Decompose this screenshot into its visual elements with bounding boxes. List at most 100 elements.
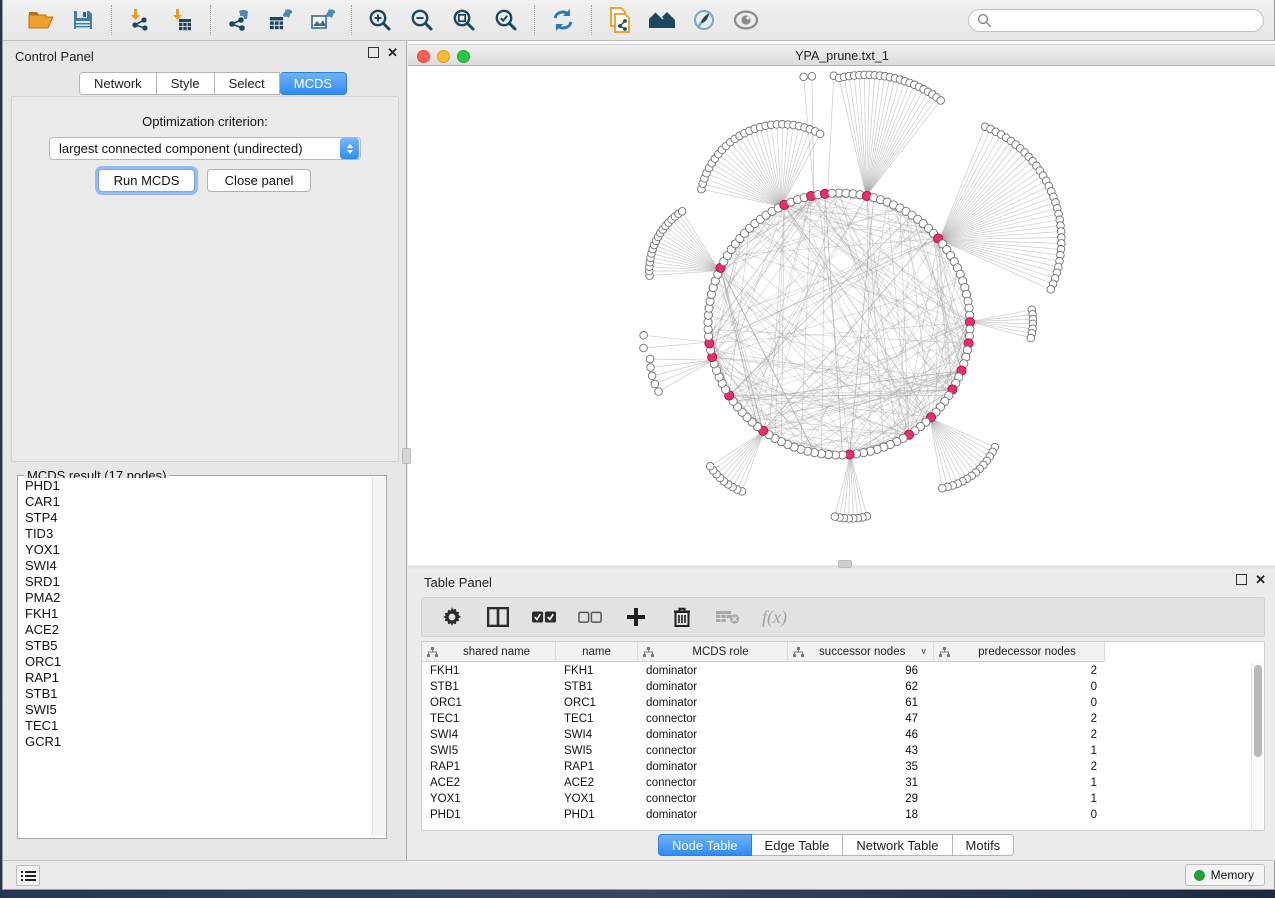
mcds-result-item[interactable]: PMA2 [19, 590, 372, 606]
table-scrollbar-thumb[interactable] [1254, 665, 1262, 757]
table-row[interactable]: SWI4SWI4dominator462 [422, 727, 1105, 743]
cell-name[interactable]: STB1 [556, 679, 638, 695]
select-all-rows-icon[interactable] [532, 605, 556, 629]
export-image-icon[interactable] [309, 6, 337, 34]
tab-node-table[interactable]: Node Table [658, 834, 752, 856]
network-graph-canvas[interactable] [408, 66, 1275, 560]
cell-shared_name[interactable]: SWI5 [422, 743, 556, 759]
cell-mcds_role[interactable]: dominator [638, 727, 788, 743]
tab-network[interactable]: Network [79, 72, 157, 95]
zoom-selected-icon[interactable] [492, 6, 520, 34]
cell-name[interactable]: YOX1 [556, 791, 638, 807]
import-table-icon[interactable] [168, 6, 196, 34]
cell-successor_nodes[interactable]: 31 [788, 775, 934, 791]
cell-predecessor_nodes[interactable]: 1 [934, 743, 1105, 759]
column-header-shared-name[interactable]: shared name [422, 642, 556, 662]
search-input[interactable] [992, 13, 1263, 27]
cell-mcds_role[interactable]: dominator [638, 695, 788, 711]
float-table-panel-icon[interactable] [1236, 574, 1247, 585]
show-all-networks-icon[interactable] [648, 6, 676, 34]
table-row[interactable]: SWI5SWI5connector431 [422, 743, 1105, 759]
tab-edge-table[interactable]: Edge Table [752, 834, 844, 856]
new-network-from-selection-icon[interactable] [606, 6, 634, 34]
table-row[interactable]: ACE2ACE2connector311 [422, 775, 1105, 791]
table-row[interactable]: RAP1RAP1dominator352 [422, 759, 1105, 775]
apply-layout-icon[interactable] [549, 6, 577, 34]
mcds-result-item[interactable]: CAR1 [19, 494, 372, 510]
cell-predecessor_nodes[interactable]: 1 [934, 775, 1105, 791]
run-mcds-button[interactable]: Run MCDS [98, 169, 195, 192]
tab-network-table[interactable]: Network Table [843, 834, 952, 856]
close-panel-icon[interactable]: ✕ [387, 47, 398, 58]
cell-name[interactable]: ORC1 [556, 695, 638, 711]
table-row[interactable]: ORC1ORC1dominator610 [422, 695, 1105, 711]
vertical-splitter-handle[interactable] [402, 448, 411, 464]
show-columns-icon[interactable] [486, 605, 510, 629]
mcds-result-item[interactable]: RAP1 [19, 670, 372, 686]
show-log-console-button[interactable] [16, 865, 40, 886]
add-column-icon[interactable] [624, 605, 648, 629]
cell-successor_nodes[interactable]: 96 [788, 663, 934, 679]
column-header-successor-nodes[interactable]: successor nodes∨ [788, 642, 934, 662]
cell-shared_name[interactable]: RAP1 [422, 759, 556, 775]
close-panel-button[interactable]: Close panel [207, 169, 311, 192]
cell-predecessor_nodes[interactable]: 2 [934, 711, 1105, 727]
mcds-result-item[interactable]: SRD1 [19, 574, 372, 590]
cell-predecessor_nodes[interactable]: 2 [934, 727, 1105, 743]
tab-style[interactable]: Style [157, 72, 215, 95]
mcds-result-item[interactable]: GCR1 [19, 734, 372, 750]
table-row[interactable]: STB1STB1dominator620 [422, 679, 1105, 695]
cell-successor_nodes[interactable]: 35 [788, 759, 934, 775]
cell-name[interactable]: FKH1 [556, 663, 638, 679]
cell-shared_name[interactable]: ACE2 [422, 775, 556, 791]
search-field[interactable] [968, 9, 1264, 32]
mcds-result-item[interactable]: TID3 [19, 526, 372, 542]
cell-shared_name[interactable]: ORC1 [422, 695, 556, 711]
cell-mcds_role[interactable]: connector [638, 711, 788, 727]
optimization-criterion-select[interactable]: largest connected component (undirected) [49, 137, 361, 160]
network-view-titlebar[interactable]: YPA_prune.txt_1 [408, 44, 1275, 66]
cell-name[interactable]: ACE2 [556, 775, 638, 791]
show-graphics-details-icon[interactable] [732, 6, 760, 34]
close-table-panel-icon[interactable]: ✕ [1255, 574, 1266, 585]
mcds-result-item[interactable]: YOX1 [19, 542, 372, 558]
cell-name[interactable]: RAP1 [556, 759, 638, 775]
cell-name[interactable]: TEC1 [556, 711, 638, 727]
cell-successor_nodes[interactable]: 43 [788, 743, 934, 759]
cell-mcds_role[interactable]: connector [638, 791, 788, 807]
cell-shared_name[interactable]: SWI4 [422, 727, 556, 743]
cell-name[interactable]: SWI5 [556, 743, 638, 759]
cell-mcds_role[interactable]: dominator [638, 663, 788, 679]
horizontal-splitter-handle[interactable] [838, 560, 852, 568]
tab-motifs[interactable]: Motifs [953, 834, 1015, 856]
cell-mcds_role[interactable]: connector [638, 775, 788, 791]
mcds-result-item[interactable]: ACE2 [19, 622, 372, 638]
memory-button[interactable]: Memory [1185, 864, 1265, 886]
export-table-icon[interactable] [267, 6, 295, 34]
mcds-result-item[interactable]: ORC1 [19, 654, 372, 670]
cell-predecessor_nodes[interactable]: 0 [934, 807, 1105, 823]
mcds-list-scrollbar[interactable] [372, 477, 385, 836]
cell-successor_nodes[interactable]: 29 [788, 791, 934, 807]
mcds-result-item[interactable]: FKH1 [19, 606, 372, 622]
table-scrollbar[interactable] [1251, 663, 1263, 829]
cell-successor_nodes[interactable]: 18 [788, 807, 934, 823]
column-header-name[interactable]: name [556, 642, 638, 662]
cell-mcds_role[interactable]: connector [638, 743, 788, 759]
cell-predecessor_nodes[interactable]: 0 [934, 695, 1105, 711]
mcds-result-list[interactable]: PHD1CAR1STP4TID3YOX1SWI4SRD1PMA2FKH1ACE2… [19, 478, 372, 836]
cell-successor_nodes[interactable]: 61 [788, 695, 934, 711]
cell-shared_name[interactable]: FKH1 [422, 663, 556, 679]
cell-shared_name[interactable]: PHD1 [422, 807, 556, 823]
table-row[interactable]: TEC1TEC1connector472 [422, 711, 1105, 727]
cell-mcds_role[interactable]: dominator [638, 759, 788, 775]
zoom-fit-icon[interactable] [450, 6, 478, 34]
cell-successor_nodes[interactable]: 46 [788, 727, 934, 743]
table-row[interactable]: FKH1FKH1dominator962 [422, 663, 1105, 679]
float-panel-icon[interactable] [368, 47, 379, 58]
deselect-all-rows-icon[interactable] [578, 605, 602, 629]
cell-name[interactable]: PHD1 [556, 807, 638, 823]
cell-shared_name[interactable]: YOX1 [422, 791, 556, 807]
save-session-icon[interactable] [69, 6, 97, 34]
cell-shared_name[interactable]: TEC1 [422, 711, 556, 727]
